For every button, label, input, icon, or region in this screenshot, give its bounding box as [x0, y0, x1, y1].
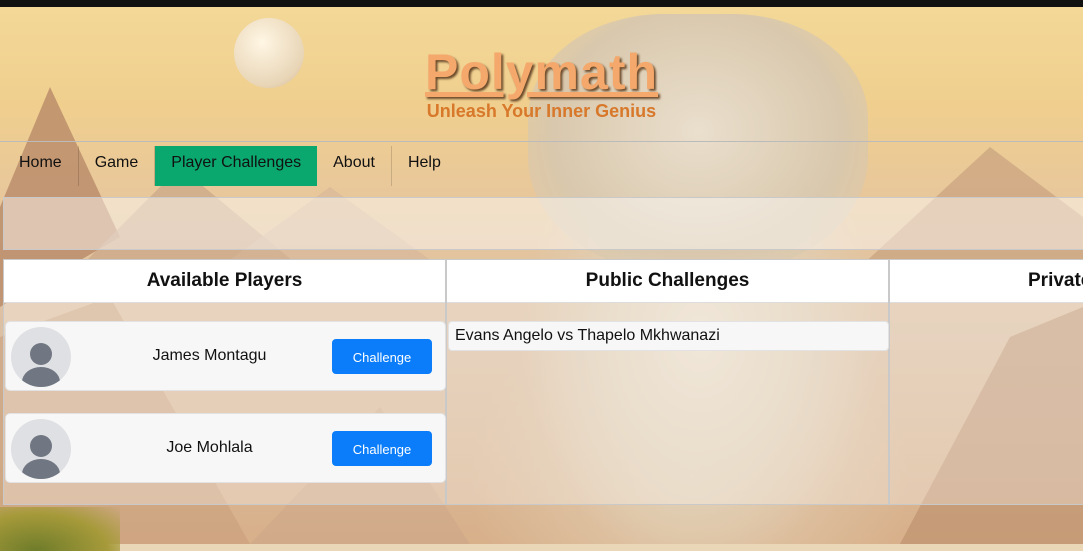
notification-banner — [3, 197, 1083, 250]
challenge-button[interactable]: Challenge — [332, 339, 432, 374]
public-challenge-item[interactable]: Evans Angelo vs Thapelo Mkhwanazi — [448, 321, 889, 351]
nav-item-player-challenges[interactable]: Player Challenges — [155, 146, 318, 186]
public-challenges-heading: Public Challenges — [447, 260, 888, 303]
available-players-panel: Available Players James Montagu Challeng… — [3, 259, 446, 505]
available-players-heading: Available Players — [4, 260, 445, 303]
site-logo[interactable]: Polymath — [0, 43, 1083, 101]
public-challenges-panel: Public Challenges Evans Angelo vs Thapel… — [446, 259, 889, 505]
nav-item-game[interactable]: Game — [79, 146, 156, 186]
site-subtitle: Unleash Your Inner Genius — [426, 101, 657, 121]
nav-item-about[interactable]: About — [317, 146, 392, 186]
nav-divider — [0, 141, 1083, 142]
player-name: James Montagu — [152, 347, 267, 364]
private-challenges-heading: Private Challenges — [890, 260, 1083, 303]
user-avatar-icon — [11, 419, 71, 479]
player-card: James Montagu Challenge — [5, 321, 446, 391]
nav-item-home[interactable]: Home — [3, 146, 79, 186]
nav-item-help[interactable]: Help — [392, 146, 457, 186]
player-card: Joe Mohlala Challenge — [5, 413, 446, 483]
user-avatar-icon — [11, 327, 71, 387]
grass-illustration — [0, 507, 120, 551]
player-name: Joe Mohlala — [166, 439, 253, 456]
top-bar — [0, 0, 1083, 7]
private-challenges-panel: Private Challenges — [889, 259, 1083, 505]
main-nav: Home Game Player Challenges About Help — [3, 146, 457, 186]
challenge-button[interactable]: Challenge — [332, 431, 432, 466]
site-title[interactable]: Polymath — [425, 44, 658, 100]
